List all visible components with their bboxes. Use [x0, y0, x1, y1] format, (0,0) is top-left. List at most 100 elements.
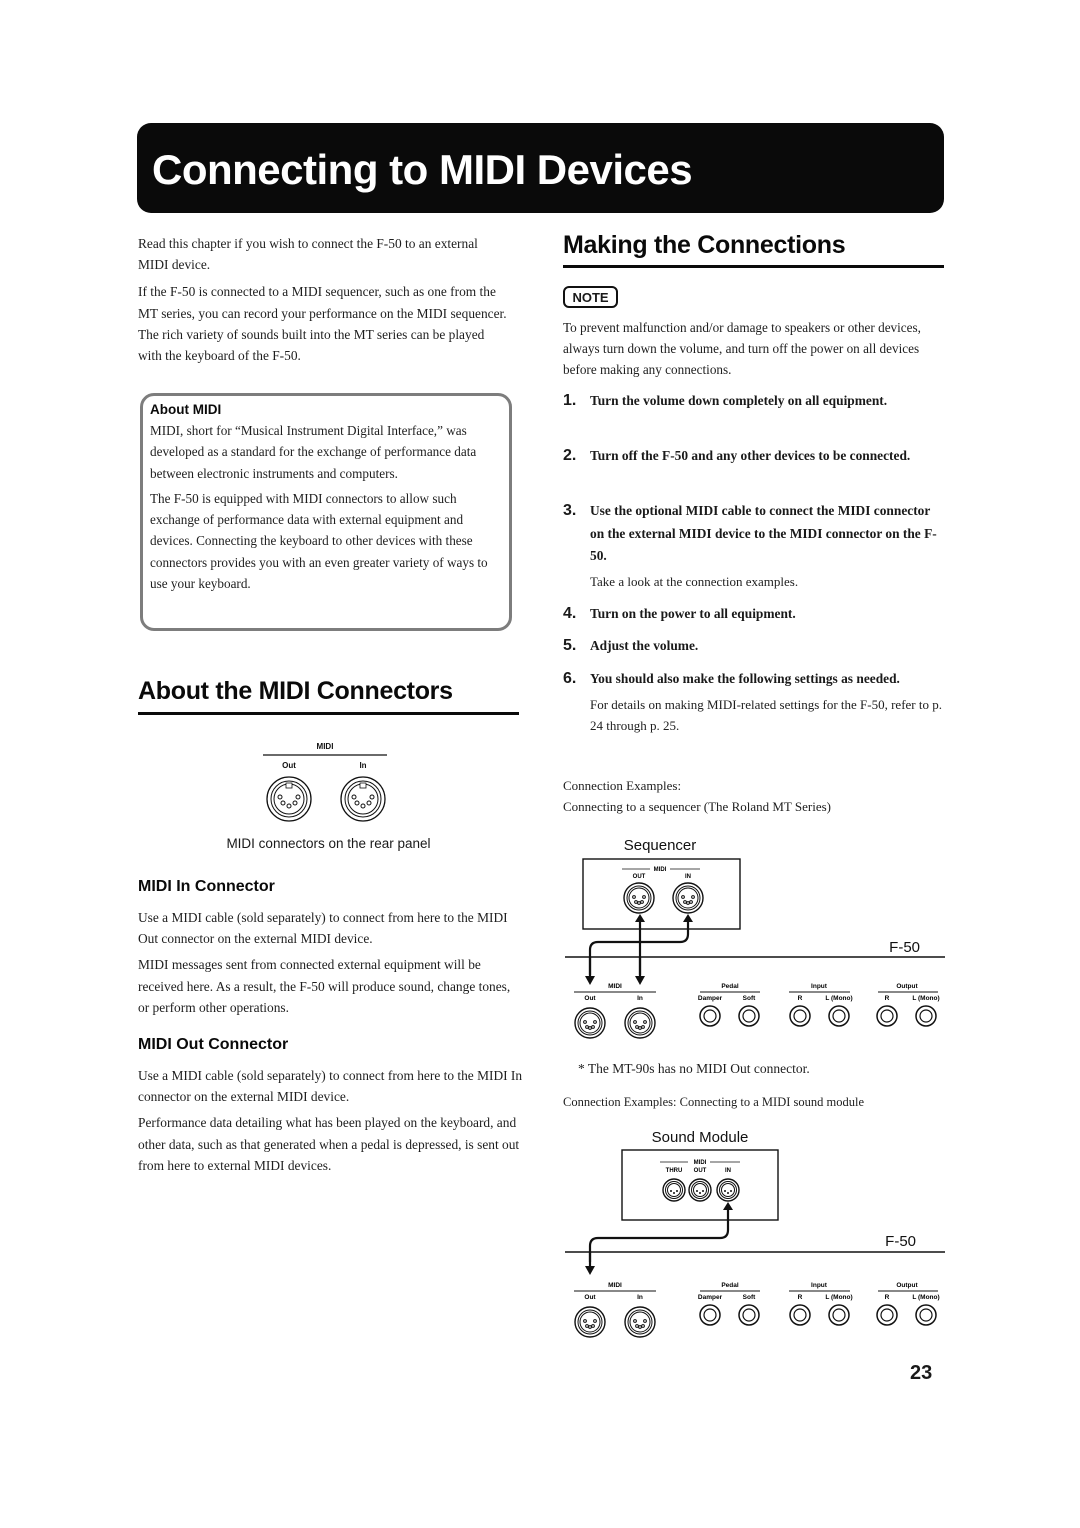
- f50-panel-1: MIDI Out In Pedal Damper Soft Input R L …: [574, 983, 940, 1039]
- chapter-title: Connecting to MIDI Devices: [152, 146, 693, 193]
- step-number: 5.: [563, 637, 577, 654]
- panel-midi-out-label: Out: [584, 995, 596, 1002]
- step-item: 5. Adjust the volume.: [563, 635, 943, 658]
- panel-soft-label: Soft: [743, 1294, 756, 1301]
- note-text: To prevent malfunction and/or damage to …: [563, 320, 921, 378]
- intro-paragraph: Read this chapter if you wish to connect…: [138, 236, 478, 273]
- panel-output-r-label: R: [885, 1294, 890, 1301]
- midi-out-paragraph: Performance data detailing what has been…: [138, 1115, 520, 1173]
- heading-rule: [138, 712, 519, 715]
- midi-connectors-figure: MIDI Out In: [263, 742, 387, 822]
- panel-midi-out-port-icon: [574, 1306, 606, 1338]
- sound-module-thru-port-icon: [662, 1178, 686, 1202]
- panel-midi-in-label: In: [637, 1294, 643, 1301]
- panel-midi-label: MIDI: [608, 983, 622, 990]
- sound-module-in-port-icon: [716, 1178, 740, 1202]
- example1-footnote: * The MT-90s has no MIDI Out connector.: [578, 1061, 810, 1076]
- sound-module-out-port-icon: [688, 1178, 712, 1202]
- step-number: 6.: [563, 670, 577, 687]
- output-l-jack-icon: [915, 1304, 937, 1326]
- panel-output-label: Output: [896, 983, 918, 990]
- soft-jack-icon: [738, 1304, 760, 1326]
- sequencer-midi-label: MIDI: [654, 867, 667, 873]
- step-text: Use the optional MIDI cable to connect t…: [590, 503, 937, 563]
- step-subtext: For details on making MIDI-related setti…: [590, 696, 942, 733]
- midi-in-paragraph: Use a MIDI cable (sold separately) to co…: [138, 910, 508, 947]
- about-midi-paragraph: MIDI, short for “Musical Instrument Digi…: [150, 423, 477, 481]
- input-r-jack-icon: [789, 1304, 811, 1326]
- step-text: Adjust the volume.: [590, 638, 699, 653]
- step-item: 4. Turn on the power to all equipment.: [563, 603, 943, 626]
- midi-out-text: Use a MIDI cable (sold separately) to co…: [138, 1065, 523, 1181]
- page-number: 23: [910, 1362, 933, 1384]
- soft-jack-icon: [738, 1005, 760, 1027]
- sequencer-in-port-icon: [672, 882, 704, 914]
- panel-midi-in-label: In: [637, 995, 643, 1002]
- panel-midi-in-port-icon: [624, 1007, 656, 1039]
- f50-panel-2: MIDI Out In Pedal Damper Soft Input R L …: [574, 1282, 940, 1338]
- cable-to-sound-module-in: [588, 1208, 730, 1262]
- sound-module-connection-diagram: Sound Module MIDI THRU OUT IN F-50: [565, 1129, 945, 1275]
- damper-jack-icon: [699, 1005, 721, 1027]
- step-number: 1.: [563, 392, 577, 409]
- sequencer-out-port-icon: [623, 882, 655, 914]
- figure-caption: MIDI connectors on the rear panel: [226, 836, 431, 851]
- step-text: Turn the volume down completely on all e…: [590, 393, 888, 408]
- step-text: You should also make the following setti…: [590, 671, 900, 686]
- output-r-jack-icon: [876, 1304, 898, 1326]
- step-item: 1. Turn the volume down completely on al…: [563, 390, 943, 413]
- midi-out-paragraph: Use a MIDI cable (sold separately) to co…: [138, 1068, 523, 1105]
- step-number: 3.: [563, 502, 577, 519]
- port-label-in: In: [359, 761, 366, 770]
- panel-output-l-label: L (Mono): [912, 1294, 939, 1301]
- panel-pedal-label: Pedal: [721, 983, 739, 990]
- midi-in-text: Use a MIDI cable (sold separately) to co…: [138, 907, 523, 1023]
- step-item: 6. You should also make the following se…: [563, 668, 943, 736]
- sound-module-midi-label: MIDI: [694, 1160, 707, 1166]
- step-number: 2.: [563, 447, 577, 464]
- step-number: 4.: [563, 605, 577, 622]
- port-label-out: Out: [282, 761, 296, 770]
- panel-input-l-label: L (Mono): [825, 995, 852, 1002]
- example2-caption: Connection Examples: Connecting to a MID…: [563, 1095, 864, 1109]
- panel-midi-out-port-icon: [574, 1007, 606, 1039]
- example1-caption: Connecting to a sequencer (The Roland MT…: [563, 799, 831, 815]
- panel-input-r-label: R: [798, 995, 803, 1002]
- midi-in-port-icon: [340, 776, 386, 822]
- about-connectors-heading: About the MIDI Connectors: [138, 677, 453, 705]
- making-connections-heading: Making the Connections: [563, 231, 846, 259]
- midi-in-paragraph: MIDI messages sent from connected extern…: [138, 957, 511, 1015]
- intro-text: Read this chapter if you wish to connect…: [138, 233, 508, 371]
- midi-in-heading: MIDI In Connector: [138, 878, 275, 895]
- panel-midi-out-label: Out: [584, 1294, 596, 1301]
- input-l-jack-icon: [828, 1304, 850, 1326]
- panel-output-label: Output: [896, 1282, 918, 1289]
- panel-damper-label: Damper: [698, 1294, 723, 1301]
- panel-input-label: Input: [811, 1282, 828, 1289]
- sequencer-out-label: OUT: [633, 874, 646, 880]
- sequencer-label: Sequencer: [624, 837, 697, 854]
- panel-input-label: Input: [811, 983, 828, 990]
- f50-label: F-50: [889, 939, 920, 956]
- output-l-jack-icon: [915, 1005, 937, 1027]
- about-midi-content: About MIDI MIDI, short for “Musical Inst…: [150, 400, 502, 599]
- about-midi-title: About MIDI: [150, 402, 222, 417]
- step-text: Turn on the power to all equipment.: [590, 606, 796, 621]
- sound-module-label: Sound Module: [652, 1129, 749, 1146]
- panel-input-l-label: L (Mono): [825, 1294, 852, 1301]
- figure-group-label: MIDI: [317, 742, 334, 751]
- panel-output-l-label: L (Mono): [912, 995, 939, 1002]
- sequencer-in-label: IN: [685, 874, 691, 880]
- panel-midi-label: MIDI: [608, 1282, 622, 1289]
- heading-rule: [563, 265, 944, 268]
- output-r-jack-icon: [876, 1005, 898, 1027]
- step-item: 3. Use the optional MIDI cable to connec…: [563, 500, 943, 592]
- sound-module-thru-label: THRU: [666, 1168, 683, 1174]
- intro-paragraph: If the F-50 is connected to a MIDI seque…: [138, 284, 507, 364]
- panel-midi-in-port-icon: [624, 1306, 656, 1338]
- midi-out-port-icon: [266, 776, 312, 822]
- panel-output-r-label: R: [885, 995, 890, 1002]
- sound-module-out-label: OUT: [694, 1168, 707, 1174]
- examples-label: Connection Examples:: [563, 778, 682, 793]
- input-l-jack-icon: [828, 1005, 850, 1027]
